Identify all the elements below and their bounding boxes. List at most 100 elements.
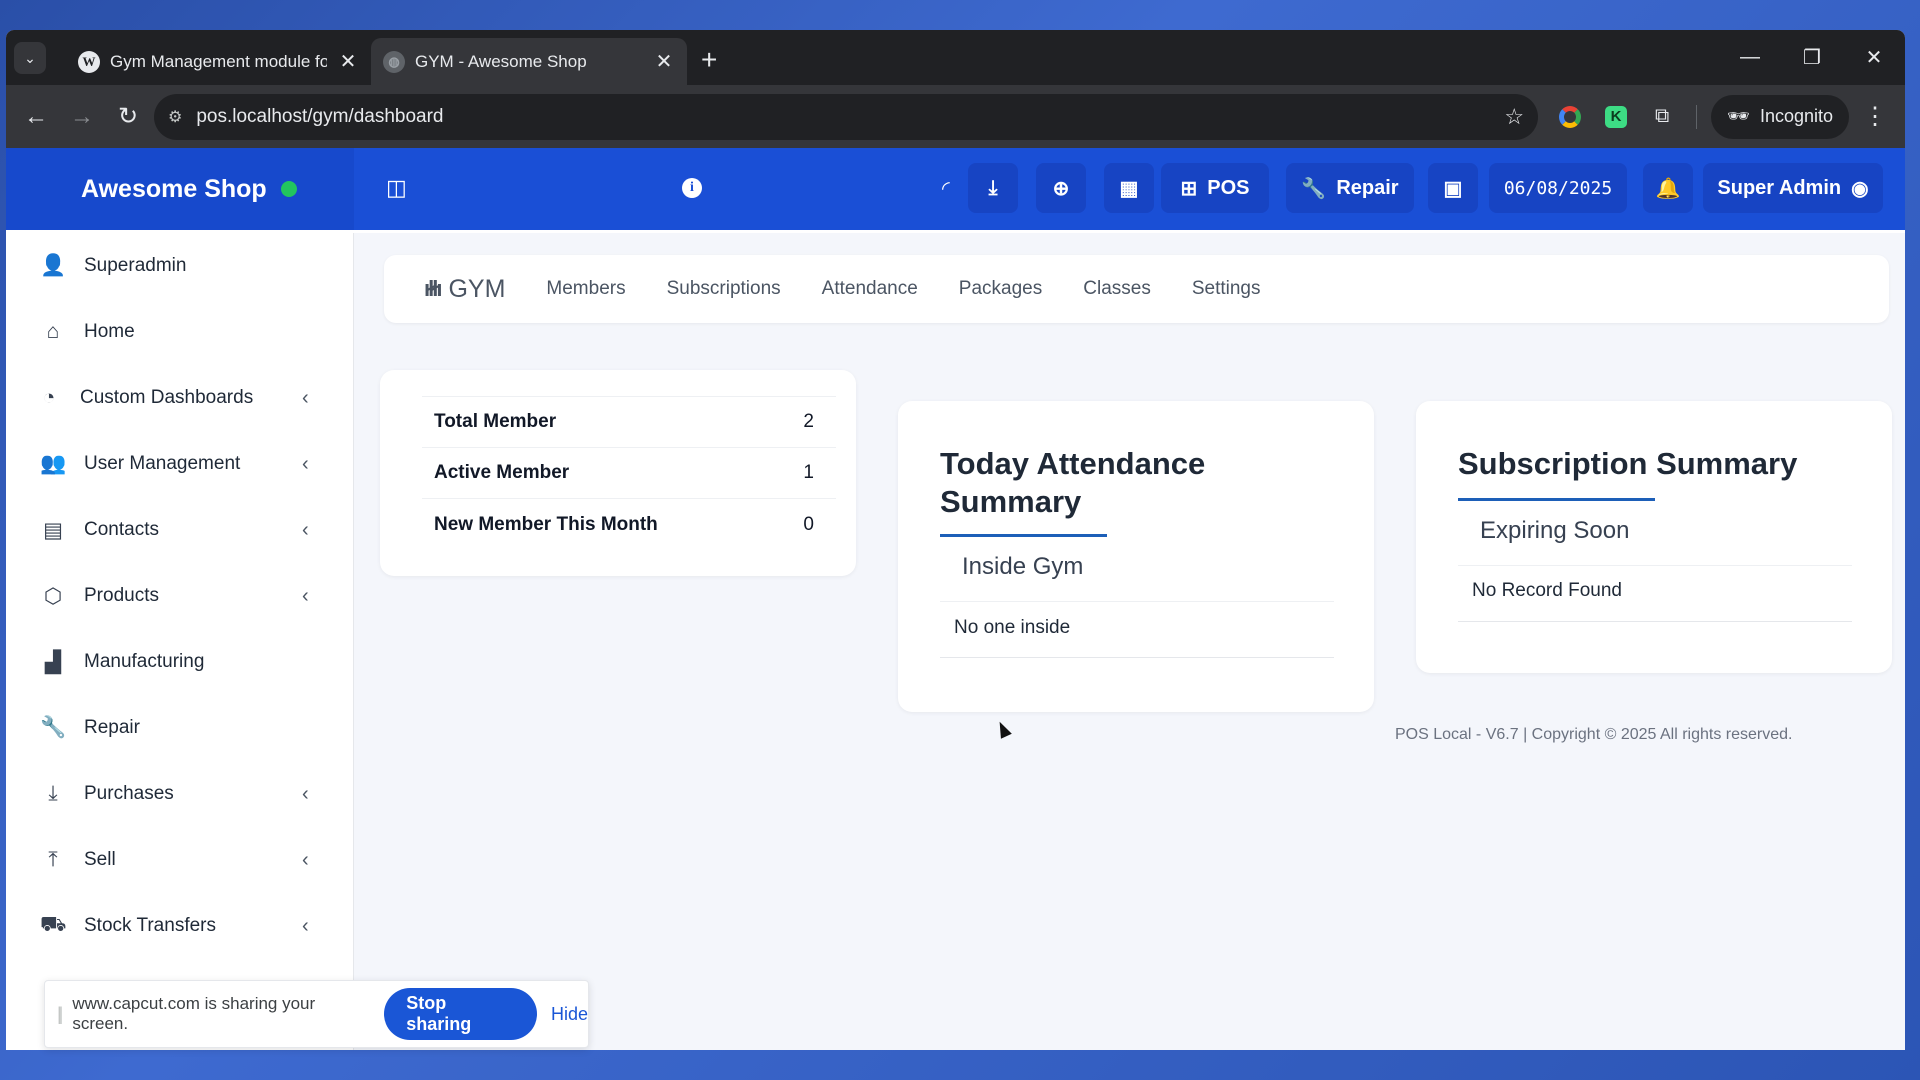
- sidebar-item-label: Home: [84, 321, 135, 342]
- gym-brand-label: GYM: [448, 274, 506, 303]
- sidebar-item-stock-transfers[interactable]: ⛟ Stock Transfers ‹: [6, 893, 353, 959]
- browser-tab-active[interactable]: ◍ GYM - Awesome Shop ✕: [371, 38, 687, 85]
- chevron-left-icon: ‹: [302, 386, 309, 409]
- sidebar-item-custom-dashboards[interactable]: ◔ Custom Dashboards ‹: [6, 365, 353, 431]
- tab-expiring-soon[interactable]: Expiring Soon: [1480, 517, 1629, 545]
- extension-icon[interactable]: [1550, 97, 1590, 137]
- active-tab-underline: [1458, 498, 1655, 501]
- sidebar-item-home[interactable]: ⌂ Home: [6, 299, 353, 365]
- chevron-left-icon: ‹: [302, 584, 309, 607]
- online-status-dot: [280, 181, 297, 197]
- sidebar-item-repair[interactable]: 🔧 Repair: [6, 695, 353, 761]
- chevron-left-icon: ‹: [302, 848, 309, 871]
- close-tab-icon[interactable]: ✕: [337, 49, 359, 74]
- close-tab-icon[interactable]: ✕: [653, 49, 675, 74]
- window-controls: — ❐ ✕: [1719, 30, 1905, 85]
- brand[interactable]: Awesome Shop: [6, 148, 354, 230]
- table-row: Active Member 1: [422, 448, 836, 499]
- sidebar-item-user-management[interactable]: 👥 User Management ‹: [6, 431, 353, 497]
- brand-name: Awesome Shop: [81, 174, 267, 203]
- grid-icon: ⊞: [1180, 177, 1198, 200]
- sidebar-item-purchases[interactable]: ⤓ Purchases ‹: [6, 761, 353, 827]
- sidebar-item-contacts[interactable]: ▤ Contacts ‹: [6, 497, 353, 563]
- nav-settings[interactable]: Settings: [1192, 278, 1261, 300]
- incognito-badge[interactable]: 🕶 Incognito: [1711, 94, 1849, 139]
- stat-value: 1: [803, 462, 814, 483]
- tab-title: Gym Management module for U: [110, 51, 327, 71]
- home-icon: ⌂: [46, 320, 60, 343]
- table-row: Total Member 2: [422, 397, 836, 448]
- sidebar-item-products[interactable]: ⬡ Products ‹: [6, 563, 353, 629]
- nav-subscriptions[interactable]: Subscriptions: [667, 278, 781, 300]
- stat-label: Total Member: [434, 411, 557, 432]
- repair-button[interactable]: 🔧 Repair: [1286, 163, 1414, 213]
- site-settings-icon[interactable]: ⚙: [168, 107, 182, 127]
- box-icon: ⬡: [43, 584, 63, 608]
- forward-icon[interactable]: →: [62, 97, 102, 137]
- stat-value: 0: [803, 513, 814, 535]
- user-menu[interactable]: Super Admin ◉: [1703, 163, 1883, 213]
- factory-icon: ▟: [44, 650, 62, 674]
- divider: [1458, 621, 1852, 622]
- gym-brand[interactable]: ıłłı GYM: [424, 275, 505, 304]
- sidebar-item-label: Contacts: [84, 519, 159, 540]
- hide-button[interactable]: Hide: [551, 1004, 588, 1025]
- nav-packages[interactable]: Packages: [959, 278, 1042, 300]
- stop-sharing-button[interactable]: Stop sharing: [384, 988, 537, 1040]
- wrench-icon: 🔧: [40, 716, 67, 739]
- date-display[interactable]: 06/08/2025: [1489, 163, 1627, 213]
- browser-window: ⌄ W Gym Management module for U ✕ ◍ GYM …: [6, 30, 1905, 1050]
- close-window-icon[interactable]: ✕: [1843, 30, 1905, 85]
- sidebar-item-superadmin[interactable]: 👤 Superadmin: [6, 233, 353, 299]
- sidebar-item-label: Products: [84, 585, 159, 606]
- sidebar: 👤 Superadmin ⌂ Home ◔ Custom Dashboards …: [6, 233, 354, 1050]
- url-text: pos.localhost/gym/dashboard: [196, 105, 444, 127]
- tab-title: GYM - Awesome Shop: [415, 51, 587, 71]
- reload-icon[interactable]: ↻: [108, 97, 148, 137]
- k-extension-icon[interactable]: K: [1596, 97, 1636, 137]
- main-content: ıłłı GYM Members Subscriptions Attendanc…: [354, 233, 1905, 1050]
- pos-button[interactable]: ⊞ POS: [1161, 163, 1269, 213]
- new-tab-button[interactable]: +: [701, 38, 717, 85]
- repair-label: Repair: [1336, 176, 1399, 199]
- menu-kebab-icon[interactable]: ⋮: [1855, 97, 1895, 137]
- tab-inside-gym[interactable]: Inside Gym: [962, 553, 1083, 581]
- toolbar-divider: [1696, 104, 1698, 129]
- screen-share-bar: || www.capcut.com is sharing your screen…: [44, 980, 589, 1048]
- browser-tab[interactable]: W Gym Management module for U ✕: [66, 38, 371, 85]
- bookmark-star-icon[interactable]: ☆: [1504, 104, 1524, 130]
- globe-icon: ◍: [383, 50, 405, 73]
- nav-members[interactable]: Members: [546, 278, 625, 300]
- address-bar[interactable]: ⚙ pos.localhost/gym/dashboard ☆: [154, 93, 1539, 140]
- back-icon[interactable]: ←: [16, 97, 56, 137]
- empty-state-text: No one inside: [954, 617, 1071, 638]
- empty-state-text: No Record Found: [1472, 580, 1622, 601]
- share-message: www.capcut.com is sharing your screen.: [72, 994, 316, 1033]
- add-circle-icon[interactable]: ⊕: [1036, 163, 1086, 213]
- sidebar-toggle-icon[interactable]: ◫: [386, 163, 407, 213]
- notifications-bell-icon[interactable]: 🔔: [1643, 163, 1693, 213]
- dashboard-icon: ◔: [42, 386, 56, 409]
- incognito-icon: 🕶: [1727, 106, 1750, 126]
- nav-classes[interactable]: Classes: [1083, 278, 1151, 300]
- sidebar-item-sell[interactable]: ⤒ Sell ‹: [6, 827, 353, 893]
- divider: [940, 601, 1334, 602]
- drag-handle-icon[interactable]: ||: [57, 1004, 64, 1025]
- chevron-left-icon: ‹: [302, 452, 309, 475]
- sidebar-item-label: Repair: [84, 717, 140, 738]
- tab-search-button[interactable]: ⌄: [14, 42, 46, 74]
- extensions-puzzle-icon[interactable]: ⧉: [1642, 97, 1682, 137]
- table-row: New Member This Month 0: [422, 499, 836, 550]
- info-icon[interactable]: i: [682, 163, 702, 213]
- cash-register-icon[interactable]: ▣: [1428, 163, 1478, 213]
- nav-attendance[interactable]: Attendance: [822, 278, 918, 300]
- app-header: Awesome Shop ◫ i ◜ ⤓ ⊕ ▦ ⊞ POS 🔧 Repair …: [6, 148, 1905, 230]
- calculator-icon[interactable]: ▦: [1104, 163, 1154, 213]
- restore-icon[interactable]: ❐: [1781, 30, 1843, 85]
- wordpress-icon: W: [78, 50, 100, 73]
- sidebar-item-label: Sell: [84, 849, 116, 870]
- minimize-icon[interactable]: —: [1719, 30, 1781, 85]
- download-icon[interactable]: ⤓: [968, 163, 1018, 213]
- sidebar-item-manufacturing[interactable]: ▟ Manufacturing: [6, 629, 353, 695]
- stat-label: New Member This Month: [434, 513, 658, 535]
